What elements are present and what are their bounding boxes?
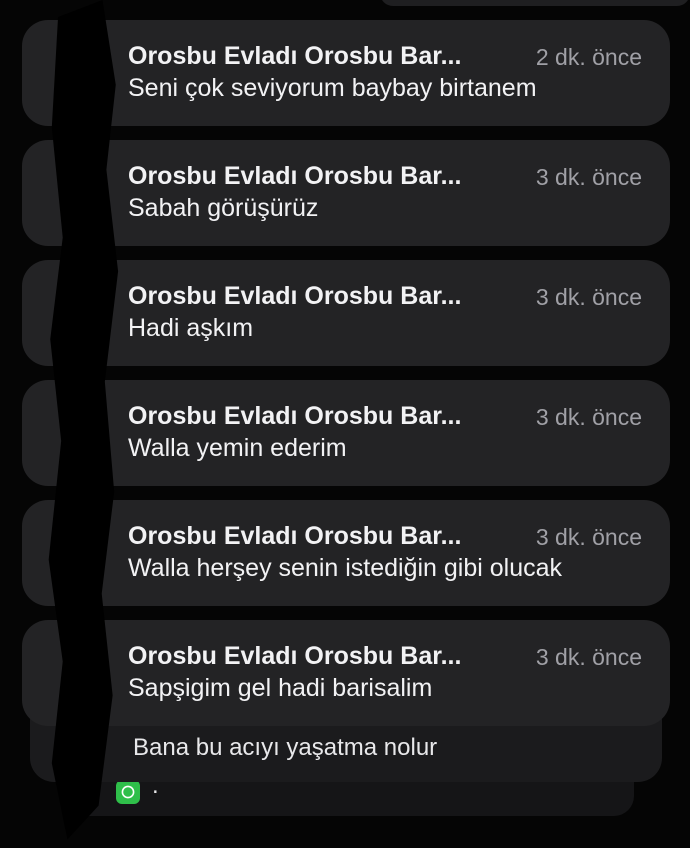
notification-message: Sabah görüşürüz xyxy=(128,194,319,222)
notification-sender: Orosbu Evladı Orosbu Bar... xyxy=(128,282,462,310)
notification-time: 3 dk. önce xyxy=(535,644,642,670)
notification-card[interactable]: Orosbu Evladı Orosbu Bar... 3 dk. önce H… xyxy=(22,260,670,366)
notification-message: Hadi aşkım xyxy=(128,314,254,342)
notification-message: Walla herşey senin istediğin gibi olucak xyxy=(128,554,563,582)
notification-time: 2 dk. önce xyxy=(535,44,642,70)
notification-sender: Orosbu Evladı Orosbu Bar... xyxy=(128,402,462,430)
notification-time: 3 dk. önce xyxy=(535,404,642,430)
notification-sender: Orosbu Evladı Orosbu Bar... xyxy=(128,522,462,550)
notification-message: Walla yemin ederim xyxy=(128,434,347,462)
notification-card[interactable]: Orosbu Evladı Orosbu Bar... 2 dk. önce S… xyxy=(22,20,670,126)
notification-time: 3 dk. önce xyxy=(535,524,642,550)
notification-message: Seni çok seviyorum baybay birtanem xyxy=(128,74,537,102)
notification-sender: Orosbu Evladı Orosbu Bar... xyxy=(128,162,462,190)
whatsapp-icon xyxy=(116,780,140,804)
notification-card[interactable]: Orosbu Evladı Orosbu Bar... 3 dk. önce W… xyxy=(22,500,670,606)
previous-notification-edge xyxy=(380,0,690,6)
notification-card[interactable]: Orosbu Evladı Orosbu Bar... 3 dk. önce S… xyxy=(22,620,670,726)
notification-card[interactable]: Orosbu Evladı Orosbu Bar... 3 dk. önce W… xyxy=(22,380,670,486)
notification-card[interactable]: Orosbu Evladı Orosbu Bar... 3 dk. önce S… xyxy=(22,140,670,246)
notification-sender: Orosbu Evladı Orosbu Bar... xyxy=(128,642,462,670)
notification-sender: Orosbu Evladı Orosbu Bar... xyxy=(128,42,462,70)
notification-time: 3 dk. önce xyxy=(535,164,642,190)
notification-message: Bana bu acıyı yaşatma nolur xyxy=(133,734,438,761)
notification-message: Sapşigim gel hadi barisalim xyxy=(128,674,433,702)
notification-time: 3 dk. önce xyxy=(535,284,642,310)
